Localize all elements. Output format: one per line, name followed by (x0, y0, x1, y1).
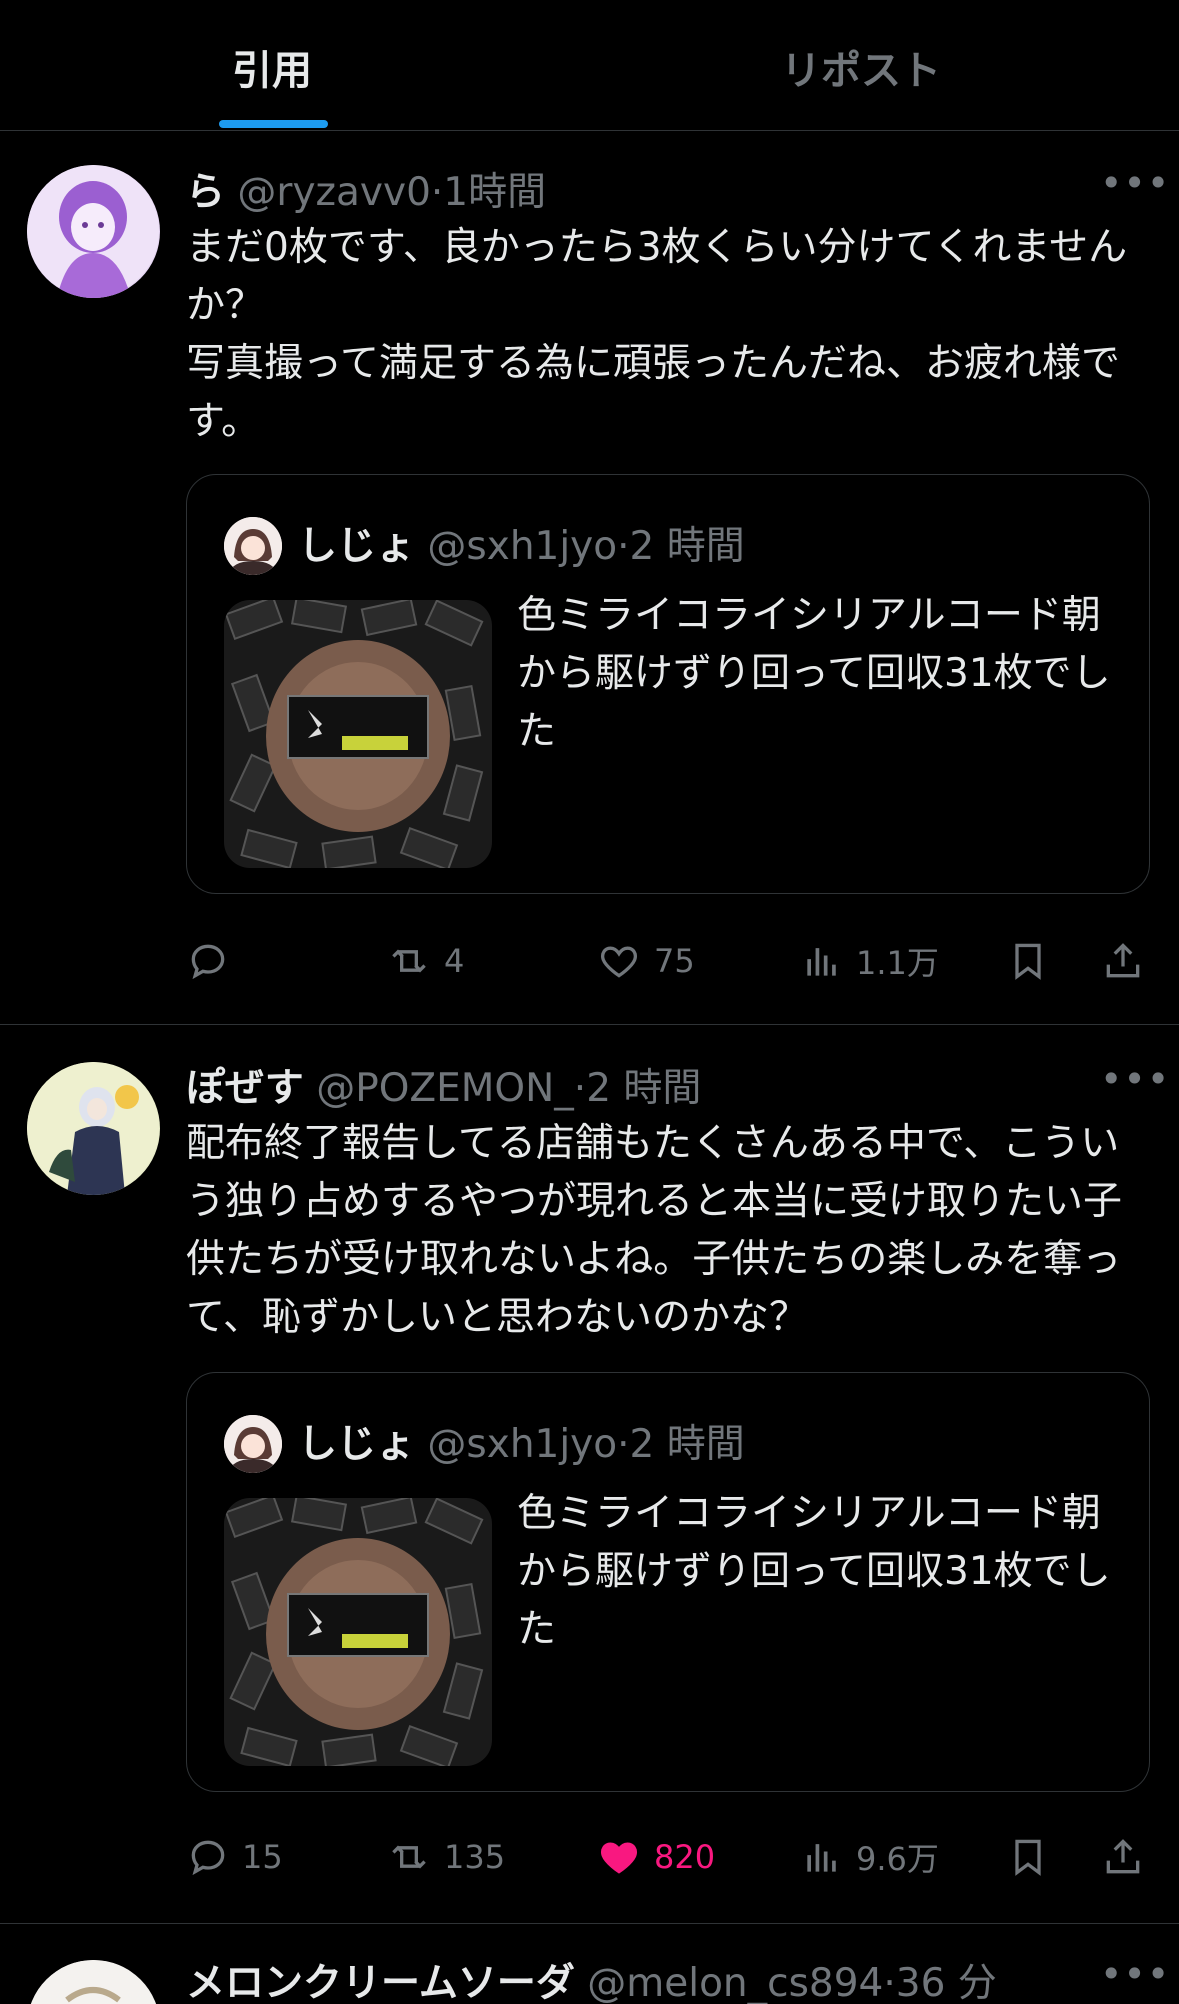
bookmark-icon (1015, 943, 1041, 980)
heart-icon (601, 946, 637, 978)
repost-count: 135 (444, 1838, 506, 1876)
quoted-author-handle: @sxh1jyo (427, 1422, 618, 1467)
like-count: 75 (654, 942, 695, 980)
post-time[interactable]: 2 時間 (586, 1066, 701, 1111)
quoted-image[interactable] (224, 1498, 492, 1766)
views-count: 1.1万 (856, 944, 939, 982)
avatar[interactable] (27, 165, 160, 298)
post-header: ぽぜす @POZEMON_·2 時間 (186, 1057, 701, 1113)
post[interactable]: ぽぜす @POZEMON_·2 時間 ••• 配布終了報告してる店舗もたくさんあ… (0, 1025, 1179, 1924)
repost-button[interactable]: 4 (386, 931, 464, 991)
quoted-header: しじょ @sxh1jyo·2 時間 (298, 1413, 745, 1469)
quoted-post-time: 2 時間 (629, 1422, 745, 1467)
quoted-avatar (224, 1415, 282, 1473)
quoted-author-handle: @sxh1jyo (427, 524, 618, 569)
quoted-post[interactable]: しじょ @sxh1jyo·2 時間 色ミライコライシリアルコード朝から駆けずり回… (186, 1372, 1150, 1792)
post-time[interactable]: 36 分 (896, 1961, 997, 2004)
separator-dot: · (573, 1066, 587, 1111)
more-options-icon[interactable]: ••• (1100, 161, 1170, 205)
quoted-post-time: 2 時間 (629, 524, 745, 569)
quoted-text: 色ミライコライシリアルコード朝から駆けずり回って回収31枚でした (517, 1491, 1111, 1652)
author-name[interactable]: ぽぜす (186, 1066, 304, 1111)
separator-dot: · (883, 1961, 896, 2004)
like-count: 820 (654, 1838, 716, 1876)
views-icon (807, 948, 836, 976)
views-icon (807, 1844, 836, 1872)
views-button[interactable]: 9.6万 (800, 1827, 939, 1887)
reply-icon (191, 944, 225, 980)
post[interactable]: メロンクリームソーダ @melon_cs894·36 分 ••• (0, 1924, 1179, 2004)
bookmark-button[interactable] (1006, 1827, 1050, 1887)
author-name[interactable]: メロンクリームソーダ (186, 1961, 575, 2004)
share-button[interactable] (1101, 931, 1145, 991)
post[interactable]: ら @ryzavv0·1時間 ••• まだ0枚です、良かったら3枚くらい分けてく… (0, 131, 1179, 1025)
views-count: 9.6万 (856, 1840, 939, 1878)
post-text: 配布終了報告してる店舗もたくさんある中で、こういう独り占めするやつが現れると本当… (186, 1121, 1123, 1340)
repost-button[interactable]: 135 (386, 1827, 505, 1887)
author-handle[interactable]: @ryzavv0 (237, 170, 430, 215)
avatar[interactable] (27, 1960, 160, 2004)
reply-icon (191, 1840, 225, 1876)
tab-quotes[interactable]: 引用 (232, 38, 312, 96)
tab-reposts[interactable]: リポスト (781, 38, 941, 96)
separator-dot: · (430, 170, 444, 215)
post-header: メロンクリームソーダ @melon_cs894·36 分 (186, 1952, 997, 2004)
bookmark-icon (1015, 1839, 1041, 1876)
like-button[interactable]: 75 (596, 931, 695, 991)
post-actions: 15 135 820 9.6万 (186, 1827, 1156, 1887)
quoted-avatar (224, 517, 282, 575)
quoted-author-name: しじょ (298, 524, 416, 569)
author-handle[interactable]: @POZEMON_ (316, 1066, 574, 1111)
reply-button[interactable]: 15 (186, 1827, 283, 1887)
active-tab-indicator (219, 120, 328, 128)
reply-button[interactable] (186, 931, 242, 991)
views-button[interactable]: 1.1万 (800, 931, 939, 991)
avatar[interactable] (27, 1062, 160, 1195)
separator-dot: · (617, 524, 630, 569)
post-actions: 4 75 1.1万 (186, 931, 1156, 991)
more-options-icon[interactable]: ••• (1100, 1952, 1170, 1996)
quoted-header: しじょ @sxh1jyo·2 時間 (298, 515, 745, 571)
separator-dot: · (617, 1422, 630, 1467)
post-header: ら @ryzavv0·1時間 (186, 161, 546, 217)
author-handle[interactable]: @melon_cs894 (587, 1961, 883, 2004)
share-icon (1106, 943, 1140, 978)
like-button[interactable]: 820 (596, 1827, 715, 1887)
more-options-icon[interactable]: ••• (1100, 1057, 1170, 1101)
share-button[interactable] (1101, 1827, 1145, 1887)
bookmark-button[interactable] (1006, 931, 1050, 991)
author-name[interactable]: ら (186, 170, 225, 215)
tab-bar: 引用 リポスト (0, 0, 1179, 131)
repost-icon (392, 949, 426, 973)
share-icon (1106, 1839, 1140, 1874)
post-time[interactable]: 1時間 (443, 170, 546, 215)
heart-filled-icon (601, 1842, 637, 1874)
quoted-post[interactable]: しじょ @sxh1jyo·2 時間 色ミライコライシリアルコード朝から駆けずり回… (186, 474, 1150, 894)
repost-count: 4 (444, 942, 465, 980)
post-text: まだ0枚です、良かったら3枚くらい分けてくれませんか？ 写真撮って満足する為に頑… (186, 225, 1128, 444)
reply-count: 15 (242, 1838, 283, 1876)
repost-icon (392, 1845, 426, 1869)
quoted-author-name: しじょ (298, 1422, 416, 1467)
quoted-text: 色ミライコライシリアルコード朝から駆けずり回って回収31枚でした (517, 593, 1111, 754)
quoted-image[interactable] (224, 600, 492, 868)
